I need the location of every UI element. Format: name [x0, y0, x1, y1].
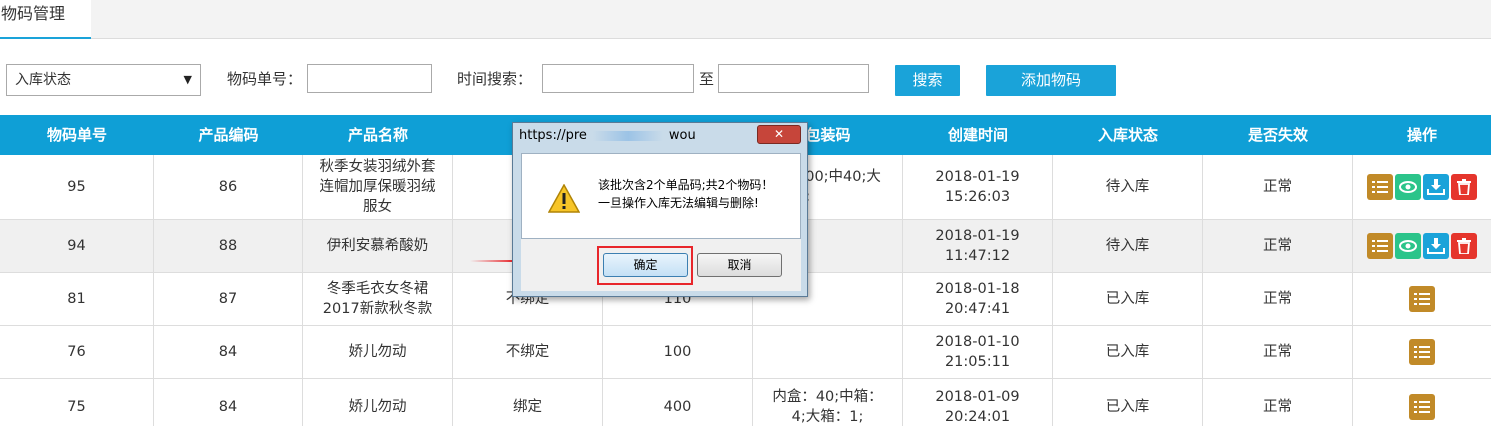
cell-code-id: 81 — [0, 273, 154, 325]
header-valid: 是否失效 — [1247, 126, 1308, 144]
header-status: 入库状态 — [1097, 126, 1158, 144]
detail-list-icon[interactable] — [1409, 286, 1435, 312]
cell-code-id: 76 — [0, 326, 154, 378]
cell-actions — [1353, 326, 1491, 378]
cell-status: 已入库 — [1053, 273, 1203, 325]
inbound-download-icon[interactable] — [1423, 174, 1449, 200]
status-select-value: 入库状态 — [15, 72, 71, 88]
code-input[interactable] — [307, 64, 432, 93]
dialog-message-line: 该批次含2个单品码;共2个物码！ — [598, 178, 774, 192]
cell-code-id: 75 — [0, 379, 154, 426]
cell-valid: 正常 — [1203, 379, 1353, 426]
cell-qty: 400 — [603, 379, 753, 426]
dialog-title-url: https://pre — [519, 128, 587, 143]
cell-status: 已入库 — [1053, 326, 1203, 378]
cell-code-id: 94 — [0, 220, 154, 272]
inbound-download-icon[interactable] — [1423, 233, 1449, 259]
chevron-down-icon: ▼ — [183, 73, 192, 86]
dialog-title-tail: wou — [668, 128, 696, 143]
cell-status: 待入库 — [1053, 155, 1203, 219]
table-row: 75 84 娇儿勿动 绑定 400 内盒：40;中箱：4;大箱：1; 2018-… — [0, 379, 1491, 426]
cell-actions — [1353, 155, 1491, 219]
cell-product-name: 冬季毛衣女冬裙2017新款秋冬款 — [303, 273, 453, 325]
start-time-input[interactable] — [542, 64, 694, 93]
cell-valid: 正常 — [1203, 326, 1353, 378]
dialog-title: https://pre wou — [519, 128, 696, 143]
tab-bar: 物码管理 — [0, 0, 1491, 39]
cell-created: 2018-01-18 20:47:41 — [903, 273, 1053, 325]
header-product-name: 产品名称 — [347, 126, 408, 144]
cancel-button[interactable]: 取消 — [697, 253, 782, 277]
detail-list-icon[interactable] — [1367, 174, 1393, 200]
cell-code-id: 95 — [0, 155, 154, 219]
cell-created: 2018-01-19 15:26:03 — [903, 155, 1053, 219]
cell-status: 已入库 — [1053, 379, 1203, 426]
cell-product-code: 84 — [154, 326, 303, 378]
eye-icon[interactable] — [1395, 233, 1421, 259]
cell-pack-code: 内盒：40;中箱：4;大箱：1; — [753, 379, 903, 426]
warning-icon — [548, 184, 580, 213]
cell-valid: 正常 — [1203, 155, 1353, 219]
table-row: 76 84 娇儿勿动 不绑定 100 2018-01-10 21:05:11 已… — [0, 326, 1491, 379]
cell-actions — [1353, 220, 1491, 272]
filter-toolbar: 入库状态 ▼ 物码单号： 时间搜索： 至 搜索 添加物码 — [0, 62, 1491, 98]
cell-product-name: 娇儿勿动 — [303, 379, 453, 426]
search-button[interactable]: 搜索 — [895, 65, 960, 96]
header-product-code: 产品编码 — [198, 126, 259, 144]
eye-icon[interactable] — [1395, 174, 1421, 200]
cell-created: 2018-01-10 21:05:11 — [903, 326, 1053, 378]
cell-product-name: 娇儿勿动 — [303, 326, 453, 378]
cell-valid: 正常 — [1203, 220, 1353, 272]
cell-valid: 正常 — [1203, 273, 1353, 325]
detail-list-icon[interactable] — [1367, 233, 1393, 259]
cell-qty: 100 — [603, 326, 753, 378]
cell-pack-code — [753, 326, 903, 378]
header-code-id: 物码单号 — [46, 126, 107, 144]
cell-product-code: 87 — [154, 273, 303, 325]
cell-created: 2018-01-19 11:47:12 — [903, 220, 1053, 272]
cell-created: 2018-01-09 20:24:01 — [903, 379, 1053, 426]
cell-actions — [1353, 379, 1491, 426]
add-code-button[interactable]: 添加物码 — [986, 65, 1116, 96]
blurred-url-region — [592, 130, 663, 141]
dialog-message: 该批次含2个单品码;共2个物码！ 一旦操作入库无法编辑与删除! — [598, 176, 773, 212]
dialog-body: 该批次含2个单品码;共2个物码！ 一旦操作入库无法编辑与删除! — [521, 153, 801, 239]
tab-code-management[interactable]: 物码管理 — [0, 0, 91, 39]
detail-list-icon[interactable] — [1409, 339, 1435, 365]
cell-bind: 不绑定 — [453, 326, 603, 378]
header-actions: 操作 — [1406, 126, 1437, 144]
cell-product-code: 88 — [154, 220, 303, 272]
code-label: 物码单号： — [227, 70, 303, 88]
detail-list-icon[interactable] — [1409, 394, 1435, 420]
cell-product-name: 伊利安慕希酸奶 — [303, 220, 453, 272]
cell-bind: 绑定 — [453, 379, 603, 426]
cell-actions — [1353, 273, 1491, 325]
cell-product-name: 秋季女装羽绒外套连帽加厚保暖羽绒服女 — [303, 155, 453, 219]
cell-product-code: 84 — [154, 379, 303, 426]
header-created: 创建时间 — [947, 126, 1008, 144]
to-label: 至 — [699, 70, 715, 88]
trash-icon[interactable] — [1451, 233, 1477, 259]
dialog-message-line: 一旦操作入库无法编辑与删除! — [598, 196, 759, 210]
cell-product-code: 86 — [154, 155, 303, 219]
cell-status: 待入库 — [1053, 220, 1203, 272]
trash-icon[interactable] — [1451, 174, 1477, 200]
end-time-input[interactable] — [718, 64, 869, 93]
close-button[interactable]: ✕ — [757, 125, 801, 144]
time-label: 时间搜索： — [457, 70, 533, 88]
status-select[interactable]: 入库状态 ▼ — [6, 64, 201, 96]
ok-button-highlight — [597, 246, 693, 285]
